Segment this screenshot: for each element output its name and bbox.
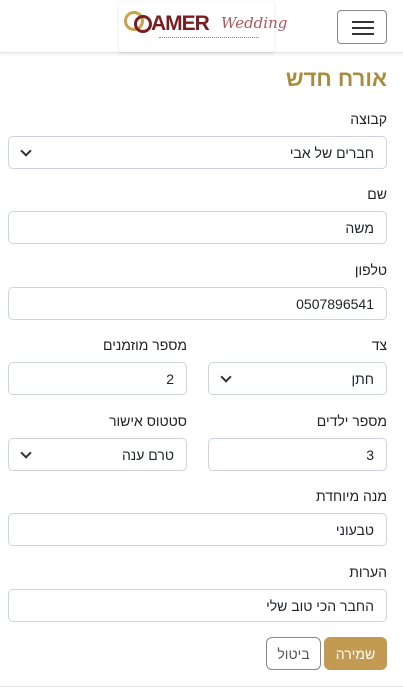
ring-icon bbox=[134, 15, 152, 33]
save-button[interactable]: שמירה bbox=[324, 637, 387, 670]
logo-brand-text: AMER bbox=[151, 12, 210, 35]
logo-script-text: Wedding bbox=[221, 14, 288, 32]
invitees-field[interactable] bbox=[8, 362, 187, 395]
phone-field[interactable] bbox=[8, 287, 387, 320]
approval-select-value: טרם ענה bbox=[8, 438, 187, 471]
phone-label: טלפון bbox=[354, 262, 387, 278]
children-label: מספר ילדים bbox=[316, 413, 387, 429]
invitees-label: מספר מוזמנים bbox=[103, 337, 187, 353]
amer-wedding-logo[interactable]: AMER Wedding bbox=[119, 2, 287, 52]
approval-select[interactable]: טרם ענה bbox=[8, 438, 187, 471]
divider bbox=[0, 686, 403, 687]
name-label: שם bbox=[367, 186, 387, 202]
side-label: צד bbox=[371, 337, 387, 353]
cancel-button[interactable]: ביטול bbox=[266, 637, 321, 670]
special-meal-label: מנה מיוחדת bbox=[316, 488, 387, 504]
notes-field[interactable] bbox=[8, 589, 387, 622]
group-select[interactable]: חברים של אבי bbox=[8, 136, 387, 169]
side-select[interactable]: חתן bbox=[208, 362, 387, 395]
special-meal-field[interactable] bbox=[8, 513, 387, 546]
top-navbar: AMER Wedding bbox=[0, 0, 403, 53]
side-select-value: חתן bbox=[208, 362, 387, 395]
group-select-value: חברים של אבי bbox=[8, 136, 387, 169]
children-field[interactable] bbox=[208, 438, 387, 471]
logo-tagline-decoration bbox=[159, 37, 259, 39]
page-title: אורח חדש bbox=[285, 66, 387, 91]
hamburger-menu-icon[interactable] bbox=[337, 10, 387, 44]
group-label: קבוצה bbox=[350, 111, 387, 127]
name-field[interactable] bbox=[8, 211, 387, 244]
notes-label: הערות bbox=[349, 564, 387, 580]
approval-label: סטטוס אישור bbox=[109, 413, 187, 429]
